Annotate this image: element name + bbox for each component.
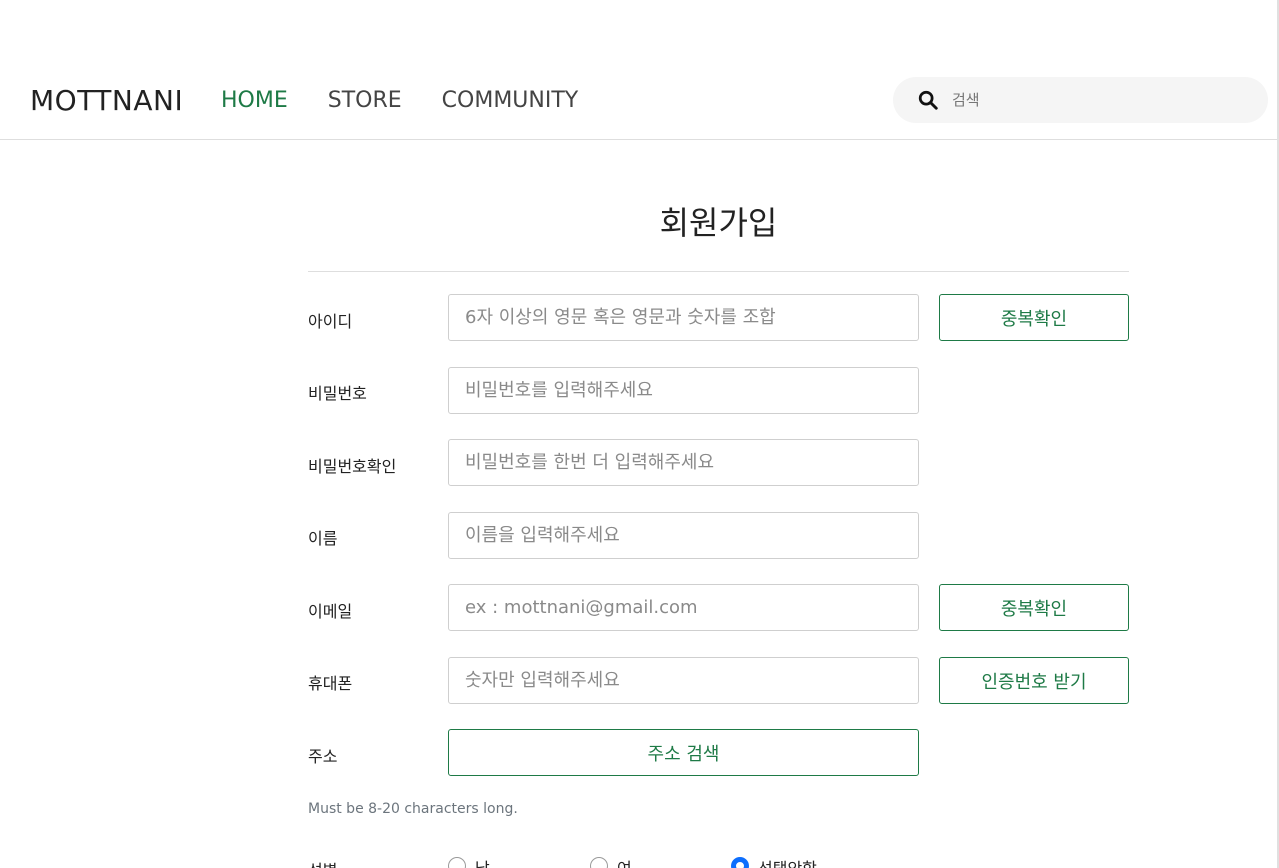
password-input[interactable] bbox=[448, 367, 919, 414]
page-title: 회원가입 bbox=[659, 204, 778, 242]
address-label: 주소 bbox=[308, 747, 338, 766]
password-label: 비밀번호 bbox=[308, 384, 367, 403]
gender-radio-female[interactable] bbox=[590, 857, 608, 868]
email-duplicate-check-button[interactable]: 중복확인 bbox=[939, 584, 1129, 631]
nav-item-community[interactable]: COMMUNITY bbox=[442, 88, 579, 113]
phone-input[interactable] bbox=[448, 657, 919, 704]
title-divider bbox=[308, 271, 1129, 272]
nav-item-home[interactable]: HOME bbox=[221, 88, 288, 113]
gender-option-male-label: 남 bbox=[475, 855, 490, 868]
site-logo[interactable]: MOTTNANI bbox=[30, 84, 183, 117]
id-label: 아이디 bbox=[308, 312, 353, 331]
name-label: 이름 bbox=[308, 529, 338, 548]
email-label: 이메일 bbox=[308, 602, 353, 621]
request-verification-code-button[interactable]: 인증번호 받기 bbox=[939, 657, 1129, 704]
gender-radio-male[interactable] bbox=[448, 857, 466, 868]
gender-option-none-label: 선택안함 bbox=[758, 855, 817, 868]
gender-label: 성별 bbox=[308, 857, 337, 868]
name-input[interactable] bbox=[448, 512, 919, 559]
search-icon[interactable] bbox=[917, 89, 939, 111]
id-duplicate-check-button[interactable]: 중복확인 bbox=[939, 294, 1129, 341]
phone-label: 휴대폰 bbox=[308, 674, 353, 693]
password-help-text: Must be 8-20 characters long. bbox=[308, 801, 518, 817]
site-header: MOTTNANI HOME STORE COMMUNITY bbox=[0, 0, 1279, 140]
password-confirm-input[interactable] bbox=[448, 439, 919, 486]
main-nav: HOME STORE COMMUNITY bbox=[221, 88, 618, 113]
password-confirm-label: 비밀번호확인 bbox=[308, 457, 397, 476]
email-input[interactable] bbox=[448, 584, 919, 631]
id-input[interactable] bbox=[448, 294, 919, 341]
gender-radio-none[interactable] bbox=[731, 857, 749, 868]
address-search-button[interactable]: 주소 검색 bbox=[448, 729, 919, 776]
gender-option-female-label: 여 bbox=[617, 855, 632, 868]
search-input[interactable] bbox=[952, 88, 1252, 112]
nav-item-store[interactable]: STORE bbox=[328, 88, 402, 113]
